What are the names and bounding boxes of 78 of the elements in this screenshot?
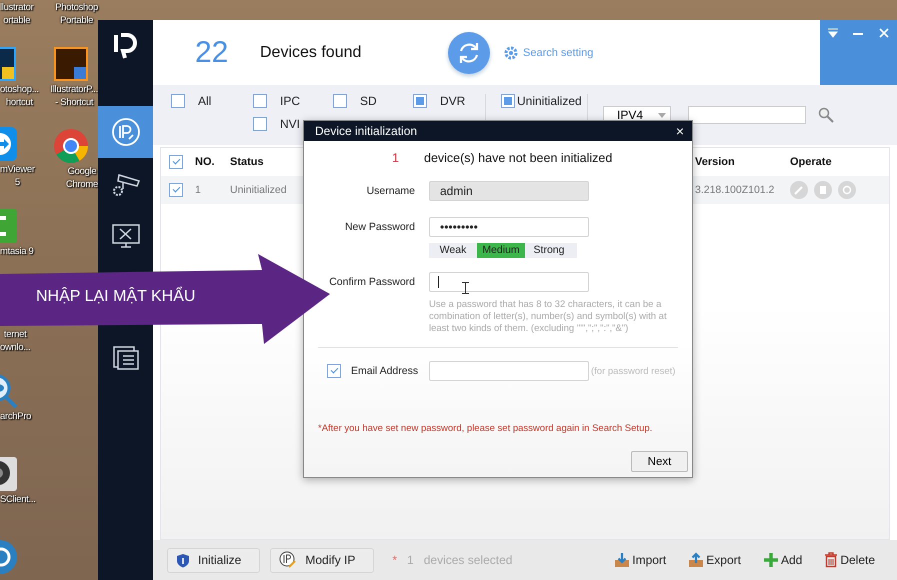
strength-level: Medium bbox=[477, 243, 525, 258]
export-icon bbox=[688, 552, 704, 568]
plus-icon bbox=[762, 552, 779, 568]
desktop-icon-label: IllustratorP... - Shortcut bbox=[50, 83, 98, 109]
column-header: Status bbox=[230, 156, 264, 168]
desktop-icon-label: llustrator ortable bbox=[0, 1, 34, 27]
action-button[interactable]: Import bbox=[614, 552, 666, 568]
filter-checkbox[interactable]: Uninitialized bbox=[501, 94, 587, 108]
desktop-icon-label: archPro bbox=[0, 410, 32, 423]
tools-monitor-icon bbox=[110, 223, 140, 249]
close-button[interactable]: × bbox=[676, 123, 684, 139]
globe-icon bbox=[842, 185, 852, 195]
filter-checkbox[interactable]: DVR bbox=[413, 94, 485, 108]
import-icon bbox=[614, 552, 630, 568]
table-cell: 3.218.100Z101.2 bbox=[695, 184, 774, 196]
field-label: Username bbox=[366, 185, 415, 197]
search-icon[interactable] bbox=[818, 107, 834, 123]
camera-gear-icon bbox=[110, 171, 140, 197]
gear-icon bbox=[503, 44, 519, 60]
desktop-icon-label: ternet ownlo... bbox=[0, 328, 30, 354]
desktop-icon-label: mViewer 5 bbox=[0, 163, 35, 189]
filter-checkbox[interactable]: All bbox=[171, 94, 253, 108]
action-button[interactable]: Delete bbox=[824, 552, 875, 568]
desktop-icon-label: otoshop... hortcut bbox=[0, 83, 39, 109]
ip-edit-icon bbox=[279, 551, 298, 569]
email-note: (for password reset) bbox=[591, 366, 676, 376]
table-cell: Uninitialized bbox=[230, 184, 287, 196]
action-button[interactable]: Add bbox=[762, 552, 802, 568]
strength-level: Strong bbox=[532, 243, 566, 258]
notice-text: device(s) have not been initialized bbox=[424, 151, 612, 165]
column-header: Operate bbox=[790, 156, 832, 168]
password-hint: Use a password that has 8 to 32 characters, it can be a combination of letter(s), number(s) and symbol(s) with at least two kinds of them. (excluding "'",";",":","&") bbox=[429, 299, 668, 335]
warning-text: *After you have set new password, please set password again in Search Setup. bbox=[318, 423, 654, 434]
column-header: NO. bbox=[195, 156, 215, 168]
refresh-button[interactable] bbox=[448, 32, 490, 74]
email-checkbox[interactable] bbox=[327, 364, 341, 378]
table-cell: 1 bbox=[195, 184, 201, 196]
caret-icon bbox=[658, 112, 666, 118]
filter-checkbox[interactable]: IPC bbox=[253, 94, 333, 108]
toolbar-button[interactable]: Modify IP bbox=[270, 548, 374, 572]
selected-count: 1 bbox=[407, 553, 414, 567]
password-field[interactable]: ••••••••• bbox=[429, 217, 589, 237]
shield-icon bbox=[176, 552, 190, 568]
required-mark: * bbox=[392, 553, 398, 567]
next-button[interactable]: Next bbox=[631, 451, 688, 472]
confirm-password-field[interactable] bbox=[429, 272, 589, 292]
document-icon bbox=[818, 185, 828, 195]
field-label: New Password bbox=[344, 221, 415, 233]
desktop-icon-label: Photoshop Portable bbox=[55, 1, 98, 27]
text-cursor-icon bbox=[462, 282, 469, 294]
trash-icon bbox=[824, 552, 838, 568]
app-logo-icon bbox=[112, 32, 138, 60]
close-icon[interactable] bbox=[879, 28, 890, 38]
desktop-icon-label: mtasia 9 bbox=[0, 245, 34, 258]
field-label: Confirm Password bbox=[328, 276, 415, 288]
pencil-icon bbox=[794, 185, 804, 195]
desktop-icon-label: Google Chrome bbox=[66, 165, 98, 191]
row-checkbox[interactable] bbox=[169, 183, 183, 197]
username-field[interactable]: admin bbox=[429, 181, 589, 201]
field-label: Email Address bbox=[351, 365, 420, 377]
device-count: 22 bbox=[195, 36, 230, 70]
dialog-title: Device initialization bbox=[315, 124, 418, 138]
filter-checkbox[interactable]: SD bbox=[333, 94, 413, 108]
strength-level: Weak bbox=[438, 243, 468, 258]
email-field[interactable] bbox=[429, 361, 589, 381]
ip-icon bbox=[110, 117, 140, 147]
desktop-icon-label: SClient... bbox=[0, 493, 36, 506]
uninitialized-count: 1 bbox=[392, 151, 400, 165]
selected-text: devices selected bbox=[424, 553, 512, 567]
annotation-text: NHẬP LẠI MẬT KHẨU bbox=[36, 288, 196, 306]
action-button[interactable]: Export bbox=[688, 552, 741, 568]
devices-found-title: Devices found bbox=[260, 44, 362, 62]
select-all-checkbox[interactable] bbox=[169, 155, 183, 169]
column-header: Version bbox=[695, 156, 735, 168]
dropdown-menu-icon[interactable] bbox=[828, 28, 838, 38]
document-list-icon bbox=[112, 345, 140, 371]
search-field[interactable] bbox=[688, 106, 806, 124]
toolbar-button[interactable]: Initialize bbox=[167, 548, 260, 572]
